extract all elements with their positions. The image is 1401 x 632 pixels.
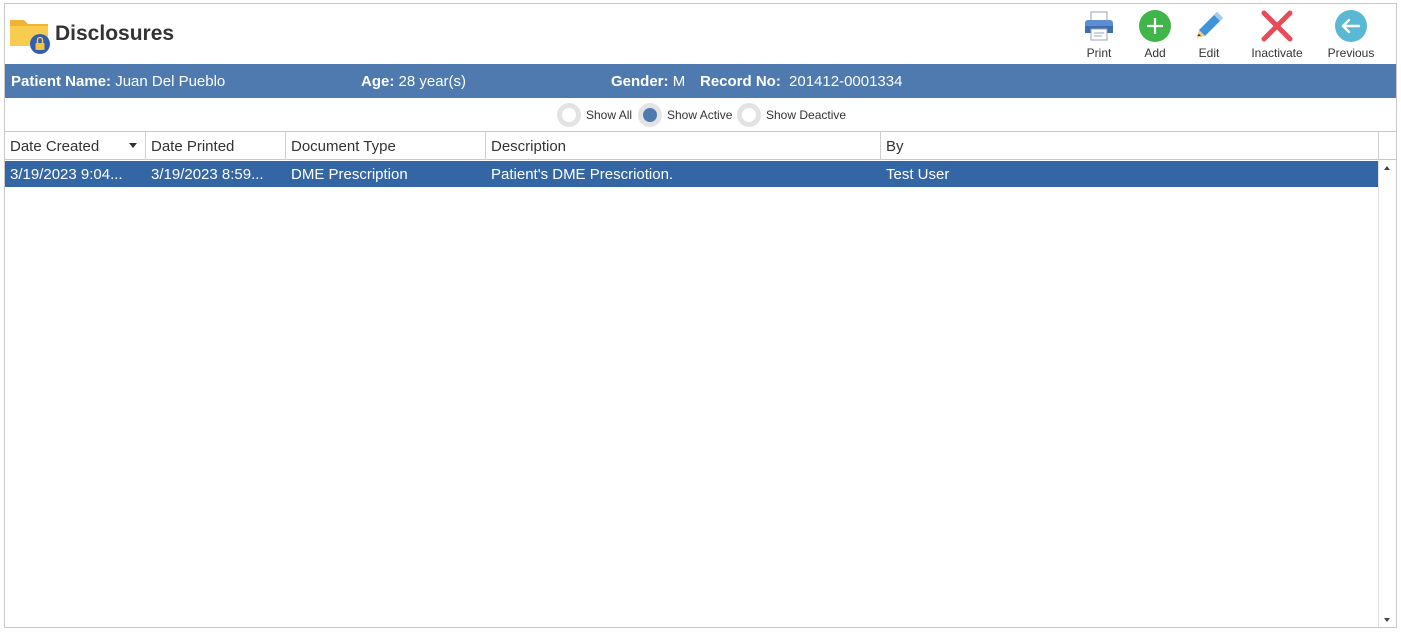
show-all-radio[interactable]: Show All [557, 103, 632, 127]
column-label: Description [491, 138, 567, 155]
column-by[interactable]: By [881, 132, 1378, 160]
sort-descending-icon [129, 143, 137, 148]
column-label: Date Printed [151, 138, 235, 155]
patient-record-label: Record No: [700, 73, 781, 90]
edit-button[interactable]: Edit [1174, 8, 1244, 64]
patient-gender-value: M [672, 73, 686, 90]
vertical-scrollbar[interactable] [1378, 161, 1396, 627]
cell-date-created: 3/19/2023 9:04... [10, 166, 123, 183]
show-active-radio[interactable]: Show Active [638, 103, 732, 127]
patient-name-value: Juan Del Pueblo [115, 73, 226, 90]
header: Disclosures Print Add Edit Inactivate Pr… [5, 4, 1396, 64]
scroll-down-icon[interactable] [1384, 618, 1390, 622]
column-date-printed[interactable]: Date Printed [146, 132, 286, 160]
show-active-label: Show Active [667, 108, 733, 122]
patient-gender-label: Gender: [611, 73, 669, 90]
cell-by: Test User [886, 166, 950, 183]
table-header: Date Created Date Printed Document Type … [5, 132, 1378, 160]
arrow-left-icon [1334, 9, 1368, 43]
patient-gender: Gender: M [611, 73, 685, 90]
folder-lock-icon [9, 14, 51, 54]
edit-label: Edit [1198, 46, 1220, 60]
printer-icon [1082, 9, 1116, 43]
pencil-icon [1192, 9, 1226, 43]
close-icon [1260, 9, 1294, 43]
scroll-up-icon[interactable] [1384, 166, 1390, 170]
plus-icon [1138, 9, 1172, 43]
patient-age-value: 28 year(s) [398, 73, 467, 90]
disclosures-window: Disclosures Print Add Edit Inactivate Pr… [4, 3, 1397, 628]
column-description[interactable]: Description [486, 132, 881, 160]
previous-button[interactable]: Previous [1316, 8, 1386, 64]
status-filter: Show All Show Active Show Deactive [5, 101, 1396, 131]
cell-description: Patient's DME Prescriotion. [491, 166, 674, 183]
patient-record: Record No: 201412-0001334 [700, 73, 902, 90]
column-date-created[interactable]: Date Created [5, 132, 146, 160]
radio-circle [557, 103, 581, 127]
column-label: Document Type [291, 138, 396, 155]
column-label: By [886, 138, 904, 155]
previous-label: Previous [1327, 46, 1375, 60]
patient-name-label: Patient Name: [11, 73, 112, 90]
page-title: Disclosures [55, 22, 175, 45]
radio-circle [737, 103, 761, 127]
toolbar: Print Add Edit Inactivate Previous [1076, 8, 1396, 64]
header-corner [1378, 132, 1396, 160]
patient-age: Age: 28 year(s) [361, 73, 466, 90]
patient-info-bar: Patient Name: Juan Del Pueblo Age: 28 ye… [5, 64, 1396, 98]
show-deactive-label: Show Deactive [766, 108, 847, 122]
show-all-label: Show All [586, 108, 633, 122]
radio-circle [638, 103, 662, 127]
patient-age-label: Age: [361, 73, 395, 90]
cell-date-printed: 3/19/2023 8:59... [151, 166, 264, 183]
show-deactive-radio[interactable]: Show Deactive [737, 103, 846, 127]
disclosures-table: Date Created Date Printed Document Type … [5, 131, 1396, 627]
table-row[interactable]: 3/19/2023 9:04... 3/19/2023 8:59... DME … [5, 161, 1378, 187]
patient-name: Patient Name: Juan Del Pueblo [11, 73, 225, 90]
inactivate-button[interactable]: Inactivate [1242, 8, 1312, 64]
patient-record-value: 201412-0001334 [789, 73, 903, 90]
column-document-type[interactable]: Document Type [286, 132, 486, 160]
cell-document-type: DME Prescription [291, 166, 408, 183]
column-label: Date Created [10, 138, 100, 155]
inactivate-label: Inactivate [1251, 46, 1303, 60]
